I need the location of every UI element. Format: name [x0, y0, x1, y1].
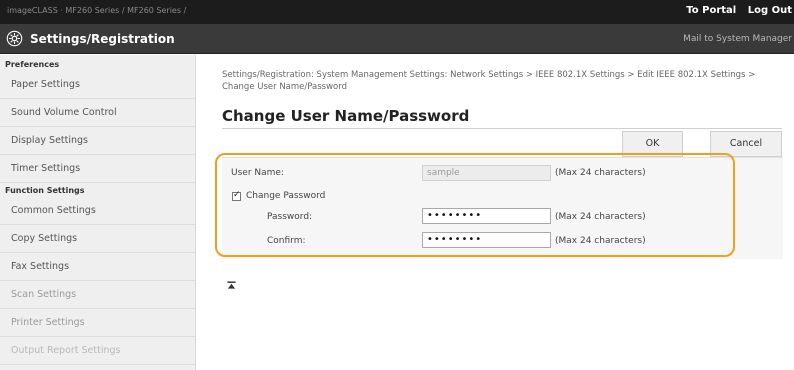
title-divider: [222, 128, 782, 129]
log-out-link[interactable]: Log Out: [748, 5, 792, 16]
sidebar-item-sound-volume-control[interactable]: Sound Volume Control: [0, 99, 195, 127]
to-top-icon[interactable]: [227, 281, 236, 290]
to-portal-link[interactable]: To Portal: [686, 5, 736, 16]
sidebar-item-fax-settings[interactable]: Fax Settings: [0, 253, 195, 281]
breadcrumb: Settings/Registration: System Management…: [222, 70, 756, 92]
sidebar-item-timer-settings[interactable]: Timer Settings: [0, 155, 195, 183]
highlight-frame: [215, 153, 735, 257]
header-title: Settings/Registration: [30, 32, 175, 46]
sidebar-item-paper-settings[interactable]: Paper Settings: [0, 71, 195, 99]
sidebar-section-function-settings: Function Settings: [5, 186, 85, 195]
mail-to-system-manager-link[interactable]: Mail to System Manager: [683, 34, 792, 44]
sidebar-section-preferences: Preferences: [5, 60, 60, 69]
sidebar-item-display-settings[interactable]: Display Settings: [0, 127, 195, 155]
top-breadcrumb: imageCLASS · MF260 Series / MF260 Series…: [7, 6, 187, 15]
top-links: To Portal Log Out: [678, 5, 792, 16]
header-bar: Settings/Registration Mail to System Man…: [0, 24, 794, 54]
sidebar-item-common-settings[interactable]: Common Settings: [0, 197, 195, 225]
sidebar-item-printer-settings[interactable]: Printer Settings: [0, 309, 195, 337]
sidebar-item-copy-settings[interactable]: Copy Settings: [0, 225, 195, 253]
sidebar-item-output-report-settings[interactable]: Output Report Settings: [0, 337, 195, 365]
top-bar: imageCLASS · MF260 Series / MF260 Series…: [0, 0, 794, 24]
sidebar-item-scan-settings[interactable]: Scan Settings: [0, 281, 195, 309]
page-title: Change User Name/Password: [222, 107, 470, 125]
sidebar: Preferences Paper Settings Sound Volume …: [0, 55, 196, 370]
settings-gear-icon: [6, 30, 23, 47]
main-content: Settings/Registration: System Management…: [197, 55, 794, 370]
